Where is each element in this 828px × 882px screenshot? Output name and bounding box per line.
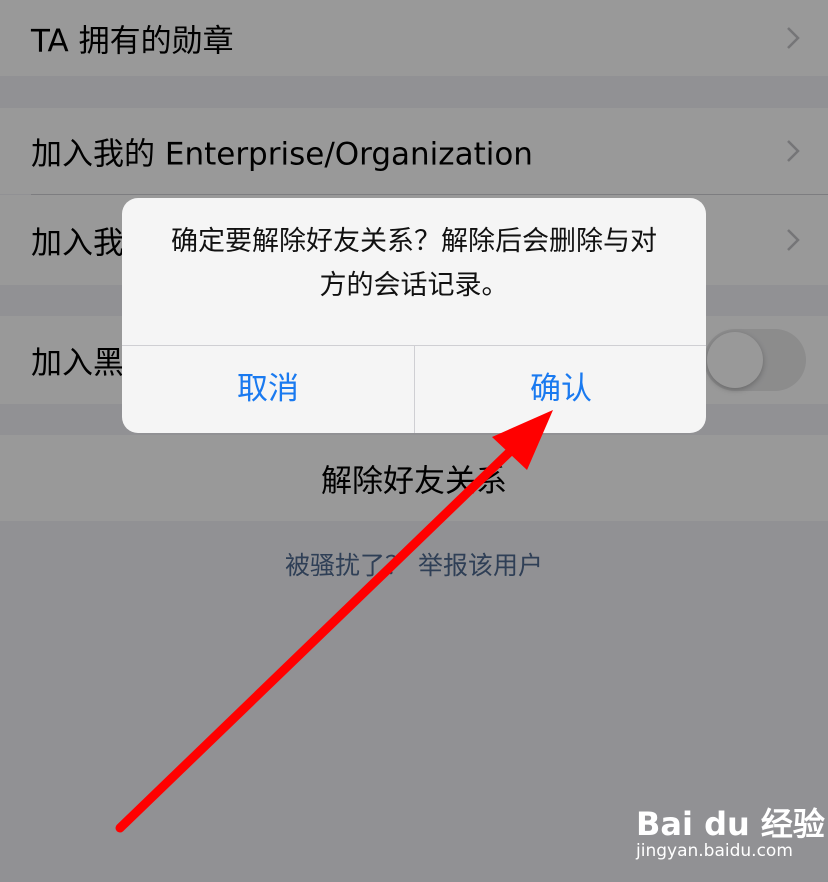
red-arrow-annotation (115, 410, 553, 833)
baidu-watermark: Bai du 经验 jingyan.baidu.com (636, 795, 825, 865)
watermark-url: jingyan.baidu.com (636, 841, 793, 861)
baidu-logo: Bai du 经验 (636, 805, 825, 843)
